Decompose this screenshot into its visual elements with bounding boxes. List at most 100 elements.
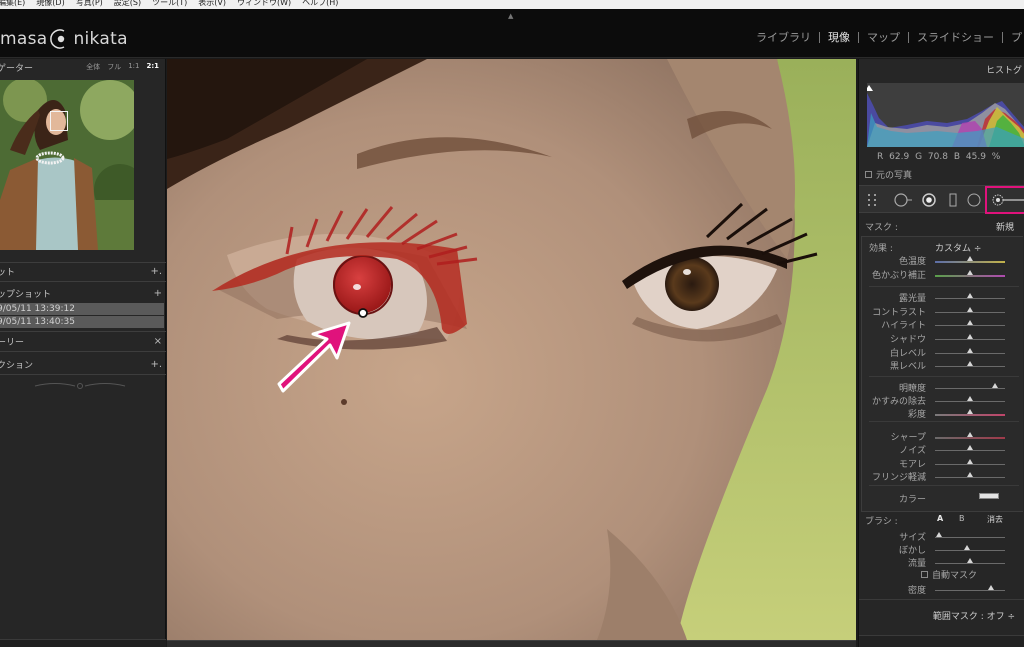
menu-item[interactable]: ウィンドウ(W) [237, 0, 291, 7]
slider-thumb[interactable] [967, 334, 973, 339]
photo-canvas[interactable] [167, 59, 856, 640]
slider-track[interactable] [935, 361, 1005, 367]
menu-item[interactable]: 表示(V) [198, 0, 226, 7]
slider-track[interactable] [935, 270, 1005, 277]
menu-item[interactable]: 現像(D) [36, 0, 64, 7]
navigator-header[interactable]: ゲーター 全体 フル 1:1 2:1 [0, 59, 165, 75]
brush-slider-track[interactable] [935, 532, 1005, 538]
original-photo-checkbox[interactable] [865, 171, 872, 178]
radial-filter-icon[interactable] [967, 193, 981, 207]
density-slider-track[interactable] [935, 585, 1005, 591]
slider-thumb[interactable] [935, 532, 942, 537]
slider-track[interactable] [935, 445, 1005, 451]
slider-thumb[interactable] [992, 383, 999, 388]
slider-track[interactable] [935, 320, 1005, 326]
navigator-zoom-option[interactable]: 全体 [86, 62, 100, 72]
navigator-zoom-option[interactable]: 2:1 [146, 62, 159, 72]
history-header[interactable]: ーリー × [0, 334, 166, 348]
original-photo-toggle[interactable]: 元の写真 [865, 168, 912, 181]
effect-preset-dropdown[interactable]: カスタム ÷ [935, 241, 981, 254]
presets-header[interactable]: ット +. [0, 264, 166, 278]
slider-track[interactable] [935, 472, 1005, 478]
brush-erase-button[interactable]: 消去 [987, 514, 1003, 525]
slider-thumb[interactable] [963, 545, 970, 550]
add-snapshot-icon[interactable]: + [154, 288, 162, 299]
red-eye-correction-icon[interactable] [921, 193, 937, 207]
brush-b-button[interactable]: B [959, 514, 965, 523]
histogram-title[interactable]: ヒストグ [986, 63, 1022, 76]
navigator-zoom-option[interactable]: 1:1 [128, 62, 139, 72]
mask-new-button[interactable]: 新規 [996, 220, 1014, 233]
divider [869, 421, 1019, 422]
spot-removal-icon[interactable] [893, 193, 913, 207]
navigator-preview[interactable] [0, 80, 134, 250]
menu-item[interactable]: 設定(S) [114, 0, 141, 7]
module-tab[interactable]: 現像 [819, 32, 858, 43]
slider-track[interactable] [935, 396, 1005, 402]
collections-title: クション [0, 360, 34, 371]
slider-track[interactable] [935, 459, 1005, 465]
navigator-zoom-box[interactable] [50, 111, 68, 131]
slider-thumb[interactable] [967, 459, 973, 464]
menu-item[interactable]: 写真(P) [76, 0, 103, 7]
clear-history-icon[interactable]: × [154, 336, 162, 347]
snapshot-item[interactable]: 9/05/11 13:39:12 [0, 303, 164, 315]
slider-thumb[interactable] [967, 409, 973, 414]
histogram[interactable] [865, 83, 1024, 147]
slider-thumb[interactable] [967, 293, 973, 298]
rgb-readout: R 62.9 G 70.8 B 45.9 % [877, 152, 1001, 162]
edited-photo [167, 59, 856, 640]
crop-overlay-icon[interactable] [867, 193, 883, 207]
auto-mask-checkbox[interactable] [921, 571, 928, 578]
collections-header[interactable]: クション +. [0, 357, 166, 371]
add-collection-icon[interactable]: +. [150, 359, 162, 370]
add-preset-icon[interactable]: +. [150, 266, 162, 277]
navigator-zoom-option[interactable]: フル [107, 62, 121, 72]
menu-item[interactable]: ツール(T) [152, 0, 187, 7]
auto-mask-toggle[interactable]: 自動マスク [921, 568, 977, 581]
module-tab[interactable]: スライドショー [908, 32, 1002, 43]
slider-track[interactable] [935, 334, 1005, 340]
slider-thumb[interactable] [967, 320, 973, 325]
brush-slider-track[interactable] [935, 545, 1005, 551]
collapse-top-panel-icon[interactable]: ▲ [508, 12, 513, 20]
divider [0, 374, 166, 375]
slider-thumb[interactable] [967, 361, 973, 366]
slider-thumb[interactable] [967, 270, 973, 275]
slider-track[interactable] [935, 293, 1005, 299]
slider-track[interactable] [935, 307, 1005, 313]
tool-strip [859, 185, 1024, 214]
filmstrip-toolbar [167, 640, 856, 647]
slider-thumb[interactable] [967, 472, 973, 477]
graduated-filter-icon[interactable] [947, 193, 959, 207]
slider-thumb[interactable] [967, 432, 973, 437]
module-tab[interactable]: プ [1002, 32, 1024, 43]
slider-label: コントラスト [872, 308, 926, 318]
slider-thumb[interactable] [967, 307, 973, 312]
module-tab[interactable]: マップ [858, 32, 908, 43]
panel-end-ornament [34, 383, 126, 389]
slider-thumb[interactable] [967, 558, 973, 563]
brush-slider-track[interactable] [935, 558, 1005, 564]
slider-label: ハイライト [881, 321, 926, 331]
menu-item[interactable]: ヘルプ(H) [302, 0, 338, 7]
slider-thumb[interactable] [967, 348, 973, 353]
slider-thumb[interactable] [967, 445, 973, 450]
slider-track[interactable] [935, 348, 1005, 354]
slider-thumb[interactable] [967, 396, 973, 401]
slider-track[interactable] [935, 409, 1005, 416]
brush-a-button[interactable]: A [937, 514, 943, 523]
range-mask-dropdown[interactable]: 範囲マスク : オフ ÷ [933, 609, 1015, 622]
snapshots-title: ップショット [0, 289, 52, 300]
slider-track[interactable] [935, 432, 1005, 439]
menu-item[interactable]: 編集(E) [0, 0, 25, 7]
slider-track[interactable] [935, 256, 1005, 263]
snapshot-item[interactable]: 9/05/11 13:40:35 [0, 316, 164, 328]
module-tab[interactable]: ライブラリ [748, 32, 819, 43]
histogram-graph [865, 83, 1024, 147]
slider-thumb[interactable] [967, 256, 973, 261]
slider-track[interactable] [935, 383, 1005, 389]
slider-thumb[interactable] [988, 585, 994, 590]
snapshots-header[interactable]: ップショット + [0, 286, 166, 300]
color-swatch[interactable] [979, 493, 999, 499]
